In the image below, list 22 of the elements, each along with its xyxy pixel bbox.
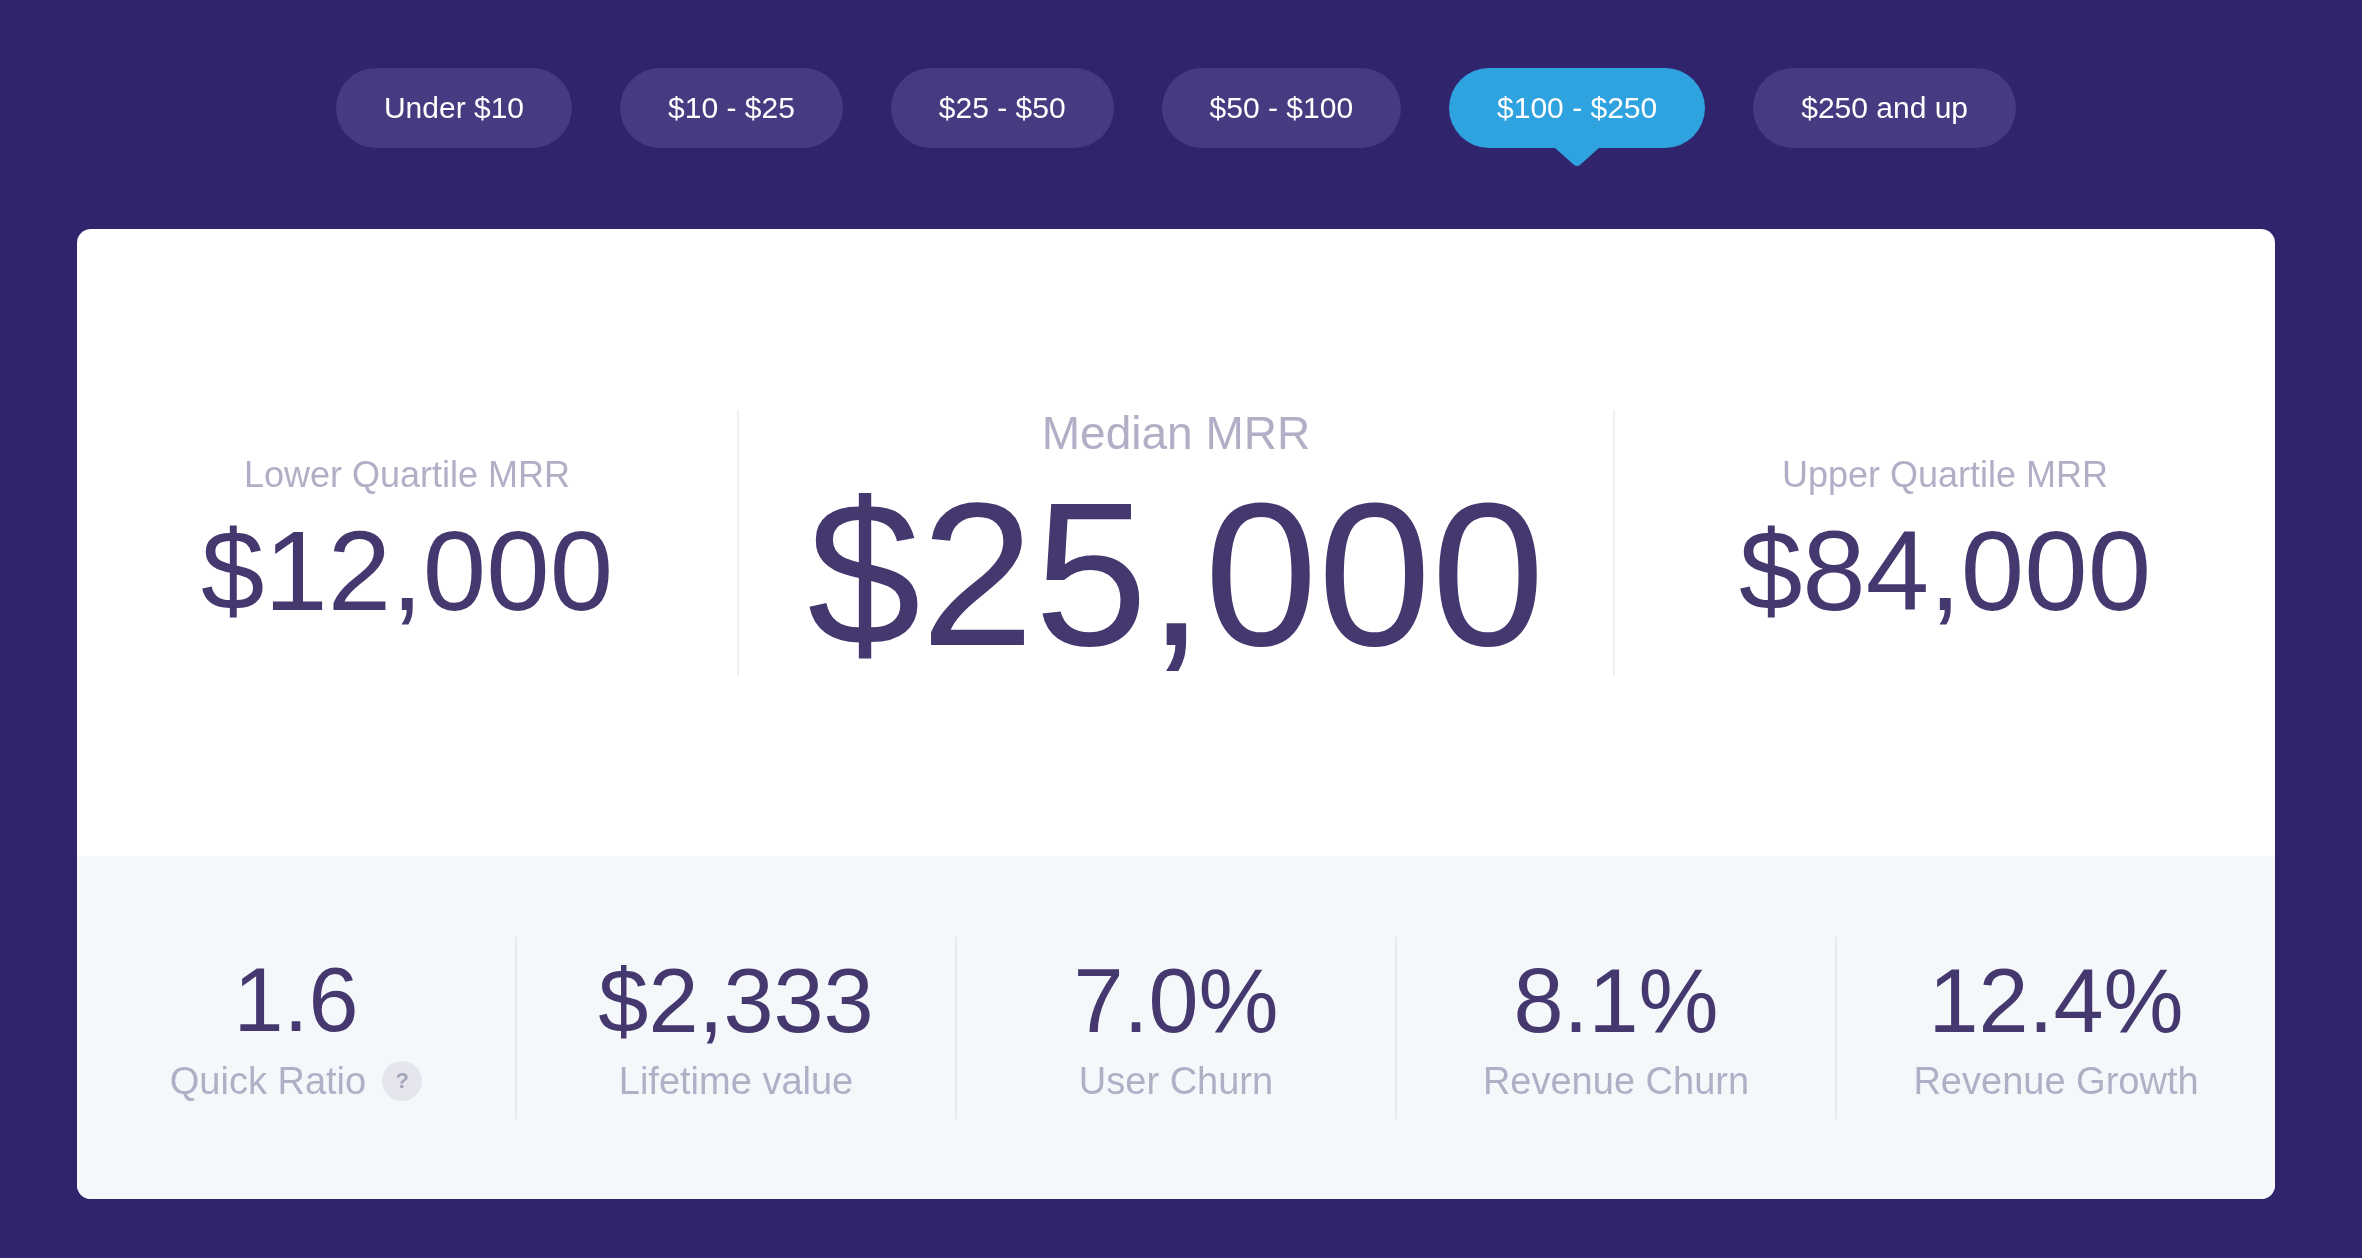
price-filter-tab[interactable]: $25 - $50: [890, 68, 1114, 148]
mrr-label: Median MRR: [1041, 409, 1311, 456]
mrr-value: $84,000: [1738, 514, 2152, 628]
metric-value: $2,333: [598, 955, 874, 1046]
metric-label: Revenue Growth: [1913, 1061, 2199, 1100]
mrr-value: $12,000: [200, 514, 614, 628]
mrr-value: $25,000: [807, 471, 1545, 676]
metric-value: 8.1%: [1513, 955, 1719, 1046]
price-filter-tab[interactable]: $250 and up: [1753, 68, 2017, 148]
metric-value: 1.6: [233, 954, 359, 1045]
mrr-label: Upper Quartile MRR: [1781, 457, 2109, 493]
price-filter-tab[interactable]: $50 - $100: [1161, 68, 1402, 148]
metric-label: Lifetime value: [618, 1061, 854, 1100]
metric-value: 12.4%: [1928, 955, 2184, 1046]
metric-value: 7.0%: [1073, 955, 1279, 1046]
mrr-label: Lower Quartile MRR: [243, 457, 571, 493]
pointer-icon: [1554, 147, 1601, 167]
metric-label: Quick Ratio: [169, 1061, 367, 1100]
metric-label: User Churn: [1078, 1061, 1274, 1100]
price-filter-tab[interactable]: Under $10: [335, 68, 573, 148]
metric-label: Revenue Churn: [1482, 1061, 1750, 1100]
price-filter-tab[interactable]: $10 - $25: [620, 68, 843, 148]
